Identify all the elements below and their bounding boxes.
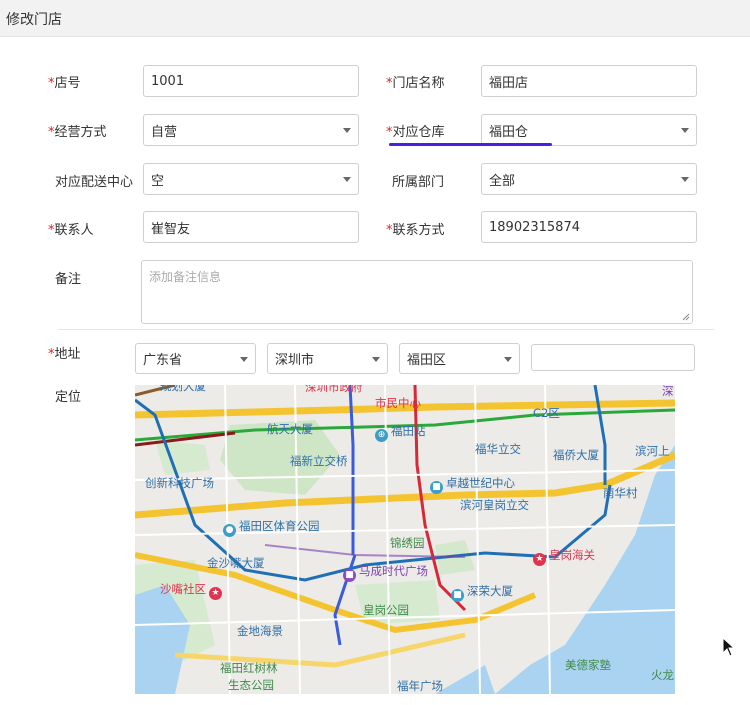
department-label: 所属部门 [392, 175, 445, 190]
store-no-input[interactable]: 1001 [143, 65, 359, 97]
location-map[interactable]: 规划大厦 深圳市政府 市民中心 C2区 深 航天大厦 ⊕ 福田站 福华立交 福侨大… [135, 385, 675, 694]
map-poi[interactable]: 南华村 [603, 485, 638, 501]
map-poi[interactable]: ■ 卓越世纪中心 [430, 475, 515, 494]
map-poi[interactable]: 沙嘴社区 ★ [160, 581, 225, 600]
chevron-down-icon [343, 128, 351, 133]
chevron-down-icon [504, 357, 512, 362]
map-poi[interactable]: ● 福田区体育公园 [223, 518, 320, 537]
star-icon: ★ [533, 553, 546, 566]
chevron-down-icon [240, 357, 248, 362]
page-header: 修改门店 [0, 0, 750, 37]
remark-placeholder: 添加备注信息 [149, 270, 222, 284]
business-mode-label: *经营方式 [48, 125, 107, 140]
warehouse-select[interactable]: 福田仓 [481, 114, 697, 146]
map-poi[interactable]: 深圳市政府 [305, 385, 363, 395]
chevron-down-icon [372, 357, 380, 362]
map-poi[interactable]: 福年广场 [397, 678, 443, 694]
annotation-underline [389, 143, 552, 146]
district-select[interactable]: 福田区 [399, 343, 520, 374]
store-no-label: *店号 [48, 76, 81, 91]
address-label: *地址 [48, 347, 81, 362]
warehouse-label: *对应仓库 [386, 125, 445, 140]
chevron-down-icon [681, 177, 689, 182]
store-name-label: *门店名称 [386, 76, 445, 91]
building-icon: ■ [430, 481, 443, 494]
map-poi[interactable]: 生态公园 [228, 677, 274, 693]
contact-input[interactable]: 崔智友 [143, 211, 359, 243]
remark-label: 备注 [55, 272, 82, 287]
map-poi[interactable]: 火龙 [651, 667, 674, 683]
map-poi[interactable]: ⊕ 福田站 [375, 423, 426, 442]
contact-label: *联系人 [48, 223, 94, 238]
phone-input[interactable]: 18902315874 [481, 211, 697, 243]
star-icon: ★ [209, 587, 222, 600]
map-poi[interactable]: 深 [662, 385, 674, 399]
map-poi[interactable]: ■ 深荣大厦 [451, 583, 513, 602]
map-poi[interactable]: 滨河皇岗立交 [460, 497, 529, 513]
map-poi[interactable]: 金地海景 [237, 623, 283, 639]
remark-textarea[interactable]: 添加备注信息 [141, 260, 693, 324]
map-poi[interactable]: ■ 马成时代广场 [343, 563, 428, 582]
dist-center-label: 对应配送中心 [55, 175, 134, 190]
chevron-down-icon [681, 128, 689, 133]
chevron-down-icon [343, 177, 351, 182]
map-poi[interactable]: 锦绣园 [390, 535, 425, 551]
dist-center-select[interactable]: 空 [143, 163, 359, 195]
map-poi[interactable]: 滨河上 [635, 443, 670, 459]
city-select[interactable]: 深圳市 [267, 343, 388, 374]
location-label: 定位 [55, 390, 82, 405]
resize-handle-icon[interactable] [682, 313, 690, 321]
map-poi[interactable]: 福田红树林 [220, 660, 278, 676]
province-select[interactable]: 广东省 [135, 343, 256, 374]
business-mode-select[interactable]: 自营 [143, 114, 359, 146]
stadium-icon: ● [223, 524, 236, 537]
train-station-icon: ⊕ [375, 429, 388, 442]
store-name-input[interactable]: 福田店 [481, 65, 697, 97]
map-poi[interactable]: ★ 皇岗海关 [533, 547, 595, 566]
shopping-icon: ■ [343, 569, 356, 582]
map-poi[interactable]: 福侨大厦 [553, 447, 599, 463]
divider [58, 329, 714, 330]
map-poi[interactable]: 航天大厦 [267, 421, 313, 437]
map-poi[interactable]: 市民中心 [375, 395, 421, 411]
map-poi[interactable]: 金沙嘴大厦 [207, 555, 265, 571]
map-poi[interactable]: 福新立交桥 [290, 453, 348, 469]
building-icon: ■ [451, 589, 464, 602]
map-poi[interactable]: 创新科技广场 [145, 475, 214, 491]
map-poi[interactable]: 皇岗公园 [363, 602, 409, 618]
mouse-cursor-icon [722, 637, 736, 657]
department-select[interactable]: 全部 [481, 163, 697, 195]
page-title: 修改门店 [6, 12, 62, 28]
map-poi[interactable]: 美德家塾 [565, 657, 611, 673]
map-poi[interactable]: 福华立交 [475, 441, 521, 457]
phone-label: *联系方式 [386, 223, 445, 238]
map-poi[interactable]: 规划大厦 [160, 385, 206, 394]
map-poi[interactable]: C2区 [533, 405, 560, 421]
address-detail-input[interactable] [531, 344, 695, 371]
